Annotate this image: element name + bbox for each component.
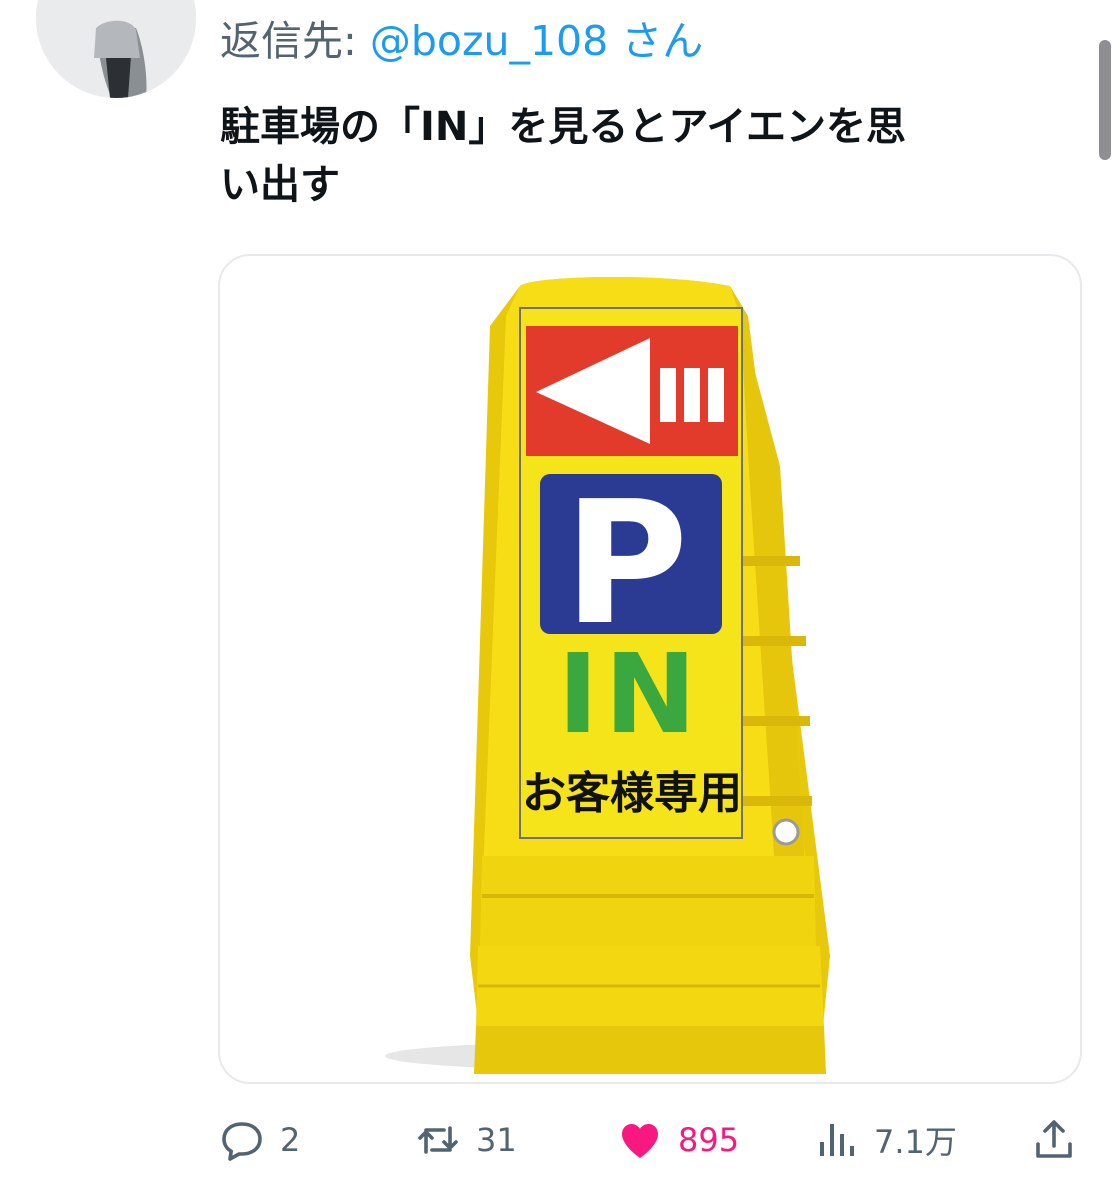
reply-handle-link[interactable]: @bozu_108 [370,17,608,65]
share-button[interactable] [1030,1110,1078,1170]
scrollbar-thumb[interactable] [1099,40,1111,160]
repost-count: 31 [476,1121,517,1159]
share-icon [1036,1120,1072,1158]
tweet-media-image[interactable]: P IN お客様専用 [218,254,1082,1084]
heart-icon [622,1124,658,1158]
reply-suffix: さん [608,17,704,65]
like-button[interactable]: 895 [616,1110,739,1170]
tweet-text-line-1: 駐車場の「IN」を見るとアイエンを思 [220,104,906,150]
tweet-action-bar: 2 31 895 7.1万 [0,1110,1117,1170]
sign-in-text: IN [558,630,703,758]
like-count: 895 [678,1121,740,1159]
parking-sign-illustration: P IN お客様専用 [385,276,830,1074]
repost-icon [418,1126,458,1154]
repost-button[interactable]: 31 [414,1110,517,1170]
views-icon [820,1124,854,1156]
sign-caption-text: お客様専用 [522,768,742,819]
views-count: 7.1万 [874,1123,957,1161]
avatar[interactable] [36,0,196,98]
views-button[interactable]: 7.1万 [812,1110,957,1170]
reply-count: 2 [280,1121,301,1159]
reply-button[interactable]: 2 [218,1110,300,1170]
reply-to-line: 返信先: @bozu_108 さん [220,14,703,68]
reply-prefix: 返信先: [220,17,370,65]
tweet-text: 駐車場の「IN」を見るとアイエンを思 い出す [220,98,1060,214]
reply-icon [222,1122,262,1161]
tweet-text-line-2: い出す [220,162,340,208]
